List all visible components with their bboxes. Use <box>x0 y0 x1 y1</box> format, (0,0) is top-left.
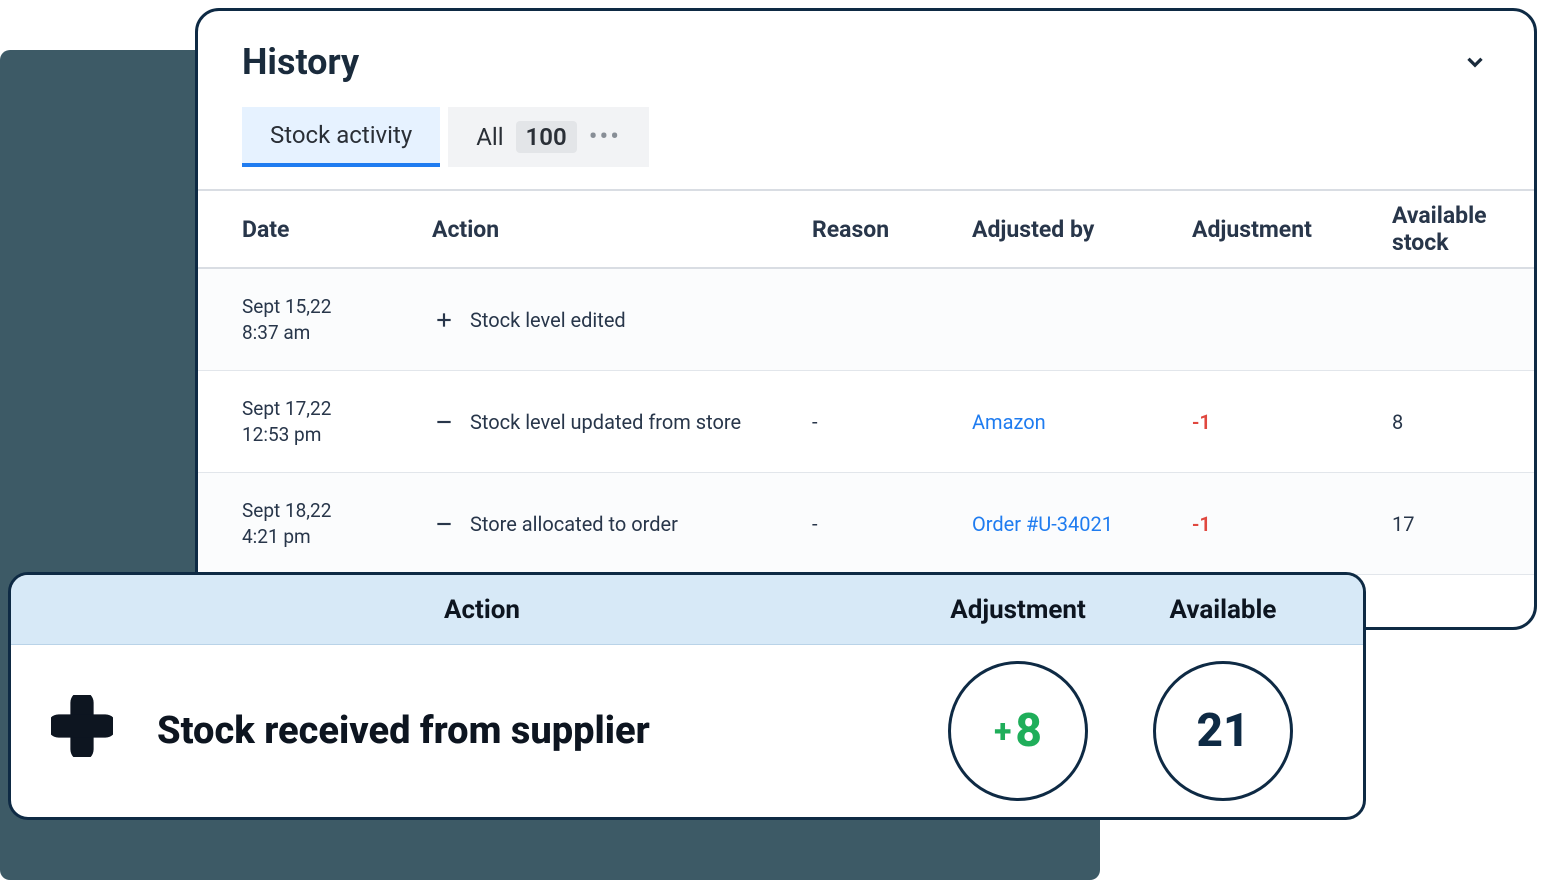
table-header-row: Date Action Reason Adjusted by Adjustmen… <box>198 191 1534 269</box>
overlay-header: Action Adjustment Available <box>11 575 1363 645</box>
history-table: Date Action Reason Adjusted by Adjustmen… <box>198 189 1534 575</box>
time-line: 8:37 am <box>242 320 432 346</box>
overlay-adjustment-wrap: +8 <box>913 661 1123 801</box>
ov-col-available: Available <box>1123 595 1323 625</box>
cell-available: 17 <box>1392 512 1490 536</box>
time-line: 12:53 pm <box>242 422 432 448</box>
history-title: History <box>242 41 359 83</box>
cell-action: Store allocated to order <box>432 512 812 536</box>
cell-action: Stock level updated from store <box>432 410 812 434</box>
cell-reason: - <box>812 512 972 536</box>
tab-stock-activity[interactable]: Stock activity <box>242 107 440 167</box>
overlay-action-text: Stock received from supplier <box>157 709 650 753</box>
action-text: Stock level edited <box>470 308 626 332</box>
cell-adjustment: -1 <box>1192 512 1392 536</box>
history-tabs: Stock activity All 100 ••• <box>198 83 1534 167</box>
time-line: 4:21 pm <box>242 524 432 550</box>
plus-icon <box>51 695 113 767</box>
date-line: Sept 18,22 <box>242 498 432 524</box>
date-line: Sept 15,22 <box>242 294 432 320</box>
more-icon: ••• <box>589 122 621 152</box>
overlay-available-wrap: 21 <box>1123 661 1323 801</box>
table-row: Sept 17,22 12:53 pm Stock level updated … <box>198 371 1534 473</box>
tab-label: Stock activity <box>270 121 412 149</box>
stock-received-card: Action Adjustment Available Stock receiv… <box>8 572 1366 820</box>
adjustment-sign: + <box>994 712 1011 750</box>
cell-date: Sept 15,22 8:37 am <box>242 294 432 345</box>
adjustment-badge: +8 <box>948 661 1088 801</box>
cell-action: Stock level edited <box>432 308 812 332</box>
cell-date: Sept 17,22 12:53 pm <box>242 396 432 447</box>
col-available: Available stock <box>1392 202 1490 256</box>
ov-col-action: Action <box>51 595 913 625</box>
overlay-action: Stock received from supplier <box>51 695 913 767</box>
minus-icon[interactable] <box>432 410 456 434</box>
adjusted-by-link[interactable]: Order #U-34021 <box>972 512 1192 536</box>
adjustment-value: 8 <box>1015 704 1042 758</box>
tab-all[interactable]: All 100 ••• <box>448 107 649 167</box>
date-line: Sept 17,22 <box>242 396 432 422</box>
overlay-body: Stock received from supplier +8 21 <box>11 645 1363 817</box>
tab-count-badge: 100 <box>516 121 577 153</box>
col-reason: Reason <box>812 216 972 243</box>
col-date: Date <box>242 216 432 243</box>
col-adjusted-by: Adjusted by <box>972 216 1192 243</box>
col-action: Action <box>432 216 812 243</box>
available-badge: 21 <box>1153 661 1293 801</box>
cell-available: 8 <box>1392 410 1490 434</box>
available-value: 21 <box>1196 704 1249 758</box>
tab-label: All <box>476 123 503 151</box>
ov-col-adjustment: Adjustment <box>913 595 1123 625</box>
table-row: Sept 18,22 4:21 pm Store allocated to or… <box>198 473 1534 575</box>
col-adjustment: Adjustment <box>1192 216 1392 243</box>
table-row: Sept 15,22 8:37 am Stock level edited <box>198 269 1534 371</box>
history-header: History <box>198 11 1534 83</box>
cell-date: Sept 18,22 4:21 pm <box>242 498 432 549</box>
plus-icon[interactable] <box>432 308 456 332</box>
cell-reason: - <box>812 410 972 434</box>
action-text: Stock level updated from store <box>470 410 741 434</box>
action-text: Store allocated to order <box>470 512 678 536</box>
adjusted-by-link[interactable]: Amazon <box>972 410 1192 434</box>
chevron-down-icon[interactable] <box>1460 47 1490 77</box>
history-panel: History Stock activity All 100 ••• Date … <box>195 8 1537 630</box>
minus-icon[interactable] <box>432 512 456 536</box>
cell-adjustment: -1 <box>1192 410 1392 434</box>
